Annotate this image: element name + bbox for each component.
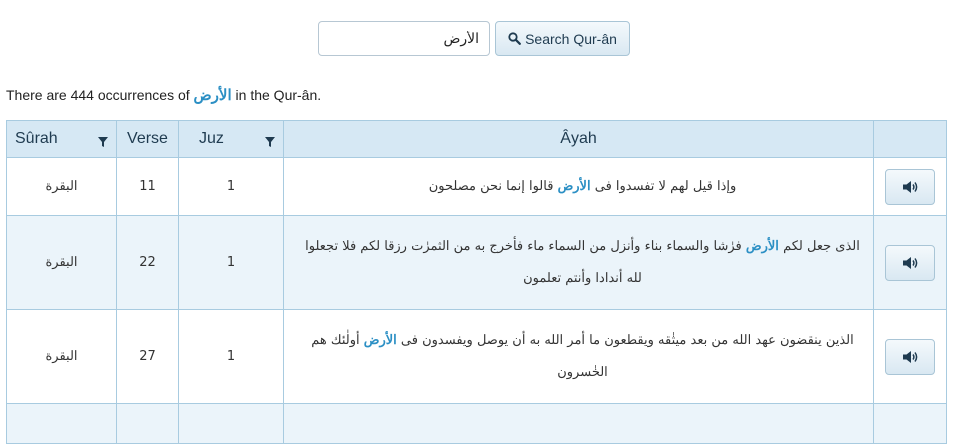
table-row: البقرة 27 1 الذين ينقضون عهد الله من بعد…: [6, 309, 947, 404]
column-header-verse[interactable]: Verse: [116, 120, 179, 158]
play-audio-button[interactable]: [885, 244, 935, 281]
occurrence-term: الأرض: [193, 86, 232, 104]
ayah-match: الأرض: [745, 238, 779, 254]
ayah-text: الذين ينقضون عهد الله من بعد ميثٰقه ويقط…: [400, 332, 854, 348]
results-table: Sûrah Verse Juz Âyah البقرة 11 1 وإذا قي…: [6, 120, 947, 444]
ayah-text: قالوا إنما نحن مصلحون: [428, 178, 554, 194]
column-header-ayah-label: Âyah: [560, 130, 597, 147]
column-header-ayah[interactable]: Âyah: [283, 120, 874, 158]
table-row: البقرة 22 1 الذى جعل لكم الأرض فرٰشا وال…: [6, 215, 947, 310]
occurrence-prefix: There are 444 occurrences of: [6, 87, 190, 103]
ayah-text: الذى جعل لكم: [783, 238, 860, 254]
verse-cell: 27: [116, 309, 179, 404]
juz-cell: 1: [178, 157, 284, 216]
surah-cell: البقرة: [6, 157, 117, 216]
column-header-verse-label: Verse: [127, 130, 168, 147]
audio-cell: [873, 157, 947, 216]
column-header-surah-label: Sûrah: [15, 130, 58, 147]
occurrence-summary: There are 444 occurrences of الأرض in th…: [6, 86, 321, 104]
search-icon: [508, 32, 521, 45]
verse-cell: 22: [116, 215, 179, 310]
search-button[interactable]: Search Qur-ân: [495, 21, 630, 56]
search-input[interactable]: [318, 21, 490, 56]
juz-cell: 1: [178, 215, 284, 310]
juz-cell: [178, 403, 284, 444]
table-row: [6, 403, 947, 444]
surah-cell: البقرة: [6, 309, 117, 404]
ayah-cell: [283, 403, 874, 444]
search-button-label: Search Qur-ân: [525, 30, 617, 47]
verse-cell: 11: [116, 157, 179, 216]
ayah-match: الأرض: [557, 178, 591, 194]
filter-icon[interactable]: [98, 137, 108, 147]
ayah-text: فرٰشا والسماء بناء وأنزل من السماء ماء ف…: [305, 238, 742, 286]
column-header-surah[interactable]: Sûrah: [6, 120, 117, 158]
audio-cell: [873, 309, 947, 404]
play-audio-button[interactable]: [885, 168, 935, 205]
table-header-row: Sûrah Verse Juz Âyah: [6, 120, 947, 158]
ayah-cell: وإذا قيل لهم لا تفسدوا فى الأرض قالوا إن…: [283, 157, 874, 216]
ayah-cell: الذى جعل لكم الأرض فرٰشا والسماء بناء وأ…: [283, 215, 874, 310]
column-header-juz[interactable]: Juz: [178, 120, 284, 158]
play-audio-button[interactable]: [885, 338, 935, 375]
surah-cell: [6, 403, 117, 444]
filter-icon[interactable]: [265, 137, 275, 147]
speaker-icon: [902, 180, 917, 193]
audio-cell: [873, 403, 947, 444]
verse-cell: [116, 403, 179, 444]
juz-cell: 1: [178, 309, 284, 404]
speaker-icon: [902, 256, 917, 269]
column-header-juz-label: Juz: [199, 130, 224, 147]
ayah-text: وإذا قيل لهم لا تفسدوا فى: [594, 178, 737, 194]
audio-cell: [873, 215, 947, 310]
ayah-cell: الذين ينقضون عهد الله من بعد ميثٰقه ويقط…: [283, 309, 874, 404]
column-header-audio: [873, 120, 947, 158]
ayah-match: الأرض: [363, 332, 397, 348]
speaker-icon: [902, 350, 917, 363]
occurrence-suffix: in the Qur-ân.: [235, 87, 322, 103]
surah-cell: البقرة: [6, 215, 117, 310]
table-row: البقرة 11 1 وإذا قيل لهم لا تفسدوا فى ال…: [6, 157, 947, 216]
